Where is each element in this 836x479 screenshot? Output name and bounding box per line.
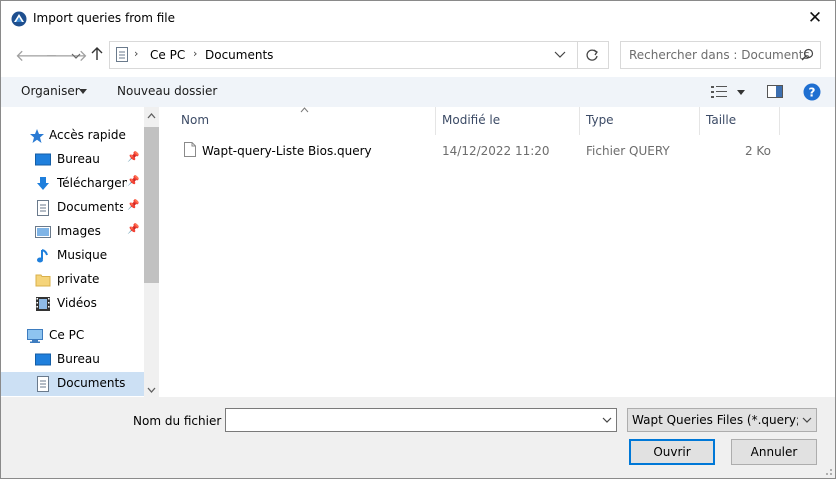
star-icon bbox=[30, 129, 44, 143]
file-modified: 14/12/2022 11:20 bbox=[442, 144, 550, 158]
svg-text:?: ? bbox=[809, 86, 816, 100]
column-header-name[interactable]: Nom bbox=[181, 113, 209, 127]
video-icon bbox=[36, 297, 50, 311]
column-header-size[interactable]: Taille bbox=[706, 113, 736, 127]
sidebar-item-label: Documents bbox=[57, 376, 126, 390]
sidebar-item-documents[interactable]: Documents 📌 bbox=[1, 196, 144, 220]
desktop-icon bbox=[35, 153, 51, 166]
scroll-up-icon[interactable] bbox=[147, 113, 156, 119]
sidebar-item-label: Vidéos bbox=[57, 296, 97, 310]
open-button[interactable]: Ouvrir bbox=[629, 439, 715, 465]
scroll-down-icon[interactable] bbox=[147, 387, 156, 393]
cancel-button[interactable]: Annuler bbox=[731, 439, 817, 465]
sidebar-item-private[interactable]: private bbox=[1, 268, 144, 292]
file-list: Nom Modifié le Type Taille Wapt-query-Li… bbox=[159, 107, 835, 397]
breadcrumb-separator-icon: › bbox=[134, 47, 139, 60]
sidebar-item-label: Bureau bbox=[57, 152, 100, 166]
sidebar-item-music[interactable]: Musique bbox=[1, 244, 144, 268]
close-button[interactable]: ✕ bbox=[795, 1, 835, 35]
command-toolbar: Organiser Nouveau dossier ? bbox=[1, 77, 835, 107]
file-size: 2 Ko bbox=[744, 144, 771, 158]
column-divider[interactable] bbox=[699, 107, 700, 135]
sidebar-item-videos[interactable]: Vidéos bbox=[1, 292, 144, 316]
import-dialog: Import queries from file ✕ 🡐 🡒 › Ce PC ›… bbox=[0, 0, 836, 479]
sidebar-item-downloads[interactable]: Téléchargements 📌 bbox=[1, 172, 144, 196]
sidebar-item-label: private bbox=[57, 272, 100, 286]
desktop-icon bbox=[35, 353, 51, 366]
pin-icon: 📌 bbox=[127, 176, 140, 187]
column-header-modified[interactable]: Modifié le bbox=[442, 113, 500, 127]
sidebar-item-label: Musique bbox=[57, 248, 108, 262]
sidebar-item-label: Bureau bbox=[57, 352, 100, 366]
address-divider bbox=[577, 42, 578, 68]
file-type: Fichier QUERY bbox=[586, 144, 670, 158]
pin-icon: 📌 bbox=[127, 200, 140, 211]
pin-icon: 📌 bbox=[127, 224, 140, 235]
download-icon bbox=[37, 177, 49, 190]
file-icon bbox=[184, 142, 196, 157]
sidebar-item-documents-selected[interactable]: Documents bbox=[1, 372, 144, 396]
filetype-select[interactable]: Wapt Queries Files (*.query;*.json) bbox=[627, 408, 817, 432]
resize-grip-icon[interactable] bbox=[821, 464, 833, 476]
column-divider[interactable] bbox=[435, 107, 436, 135]
organize-button[interactable]: Organiser bbox=[13, 77, 97, 107]
dialog-footer: Nom du fichier : Wapt Queries Files (*.q… bbox=[1, 397, 835, 478]
location-document-icon bbox=[116, 47, 128, 62]
sidebar-item-label: Images bbox=[57, 224, 101, 238]
window-title: Import queries from file bbox=[33, 11, 175, 25]
sidebar-scrollbar[interactable] bbox=[144, 107, 159, 397]
sidebar-item-label: Ce PC bbox=[49, 328, 85, 342]
caret-down-icon bbox=[79, 89, 87, 94]
computer-icon bbox=[27, 329, 43, 343]
organize-label: Organiser bbox=[21, 84, 80, 98]
help-icon[interactable]: ? bbox=[803, 83, 821, 101]
column-divider[interactable] bbox=[779, 107, 780, 135]
app-icon bbox=[11, 11, 27, 27]
sidebar-item-this-pc[interactable]: Ce PC bbox=[1, 324, 144, 348]
sidebar-item-desktop[interactable]: Bureau bbox=[1, 348, 144, 372]
view-options-icon[interactable] bbox=[711, 85, 727, 99]
scroll-thumb[interactable] bbox=[144, 127, 159, 283]
breadcrumb-separator-icon: › bbox=[193, 47, 198, 60]
sidebar-item-label: Téléchargements bbox=[57, 176, 127, 190]
filename-field[interactable] bbox=[225, 408, 617, 432]
sort-ascending-icon bbox=[300, 107, 309, 113]
folder-icon bbox=[35, 274, 51, 287]
breadcrumb-documents[interactable]: Documents bbox=[205, 48, 273, 62]
address-bar[interactable]: › Ce PC › Documents bbox=[109, 41, 609, 69]
filename-label: Nom du fichier : bbox=[133, 414, 230, 428]
search-placeholder: Rechercher dans : Documents bbox=[629, 48, 810, 62]
column-divider[interactable] bbox=[579, 107, 580, 135]
search-box[interactable]: Rechercher dans : Documents bbox=[620, 41, 821, 69]
sidebar-item-label: Documents bbox=[57, 200, 123, 214]
filetype-dropdown-icon[interactable] bbox=[798, 409, 816, 431]
sidebar-item-images[interactable]: Images 📌 bbox=[1, 220, 144, 244]
refresh-icon[interactable] bbox=[585, 48, 599, 62]
pin-icon: 📌 bbox=[127, 152, 140, 163]
view-caret-icon[interactable] bbox=[737, 90, 745, 95]
table-row[interactable]: Wapt-query-Liste Bios.query 14/12/2022 1… bbox=[175, 137, 785, 161]
document-icon bbox=[37, 200, 49, 216]
filetype-value: Wapt Queries Files (*.query;*.json) bbox=[632, 413, 816, 427]
file-name: Wapt-query-Liste Bios.query bbox=[202, 144, 372, 158]
title-bar: Import queries from file ✕ bbox=[1, 1, 835, 37]
new-folder-button[interactable]: Nouveau dossier bbox=[117, 84, 217, 98]
search-icon[interactable] bbox=[801, 48, 814, 61]
breadcrumb-ce-pc[interactable]: Ce PC bbox=[150, 48, 185, 62]
column-header-type[interactable]: Type bbox=[586, 113, 614, 127]
sidebar-item-desktop[interactable]: Bureau 📌 bbox=[1, 148, 144, 172]
close-icon: ✕ bbox=[807, 8, 823, 28]
forward-button[interactable]: 🡒 bbox=[45, 45, 88, 65]
music-icon bbox=[37, 249, 48, 263]
navigation-pane: Accès rapide Bureau 📌 Téléchargements 📌 bbox=[1, 107, 159, 397]
preview-pane-icon[interactable] bbox=[767, 85, 783, 98]
recent-locations-chevron-icon[interactable] bbox=[71, 52, 81, 60]
sidebar-item-quick-access[interactable]: Accès rapide bbox=[1, 124, 144, 148]
address-dropdown-chevron-icon[interactable] bbox=[554, 51, 566, 59]
sidebar-item-label: Accès rapide bbox=[49, 128, 126, 142]
filename-dropdown-icon[interactable] bbox=[602, 417, 612, 423]
up-arrow-icon[interactable] bbox=[90, 47, 104, 61]
image-icon bbox=[35, 226, 51, 238]
document-icon bbox=[37, 376, 49, 392]
